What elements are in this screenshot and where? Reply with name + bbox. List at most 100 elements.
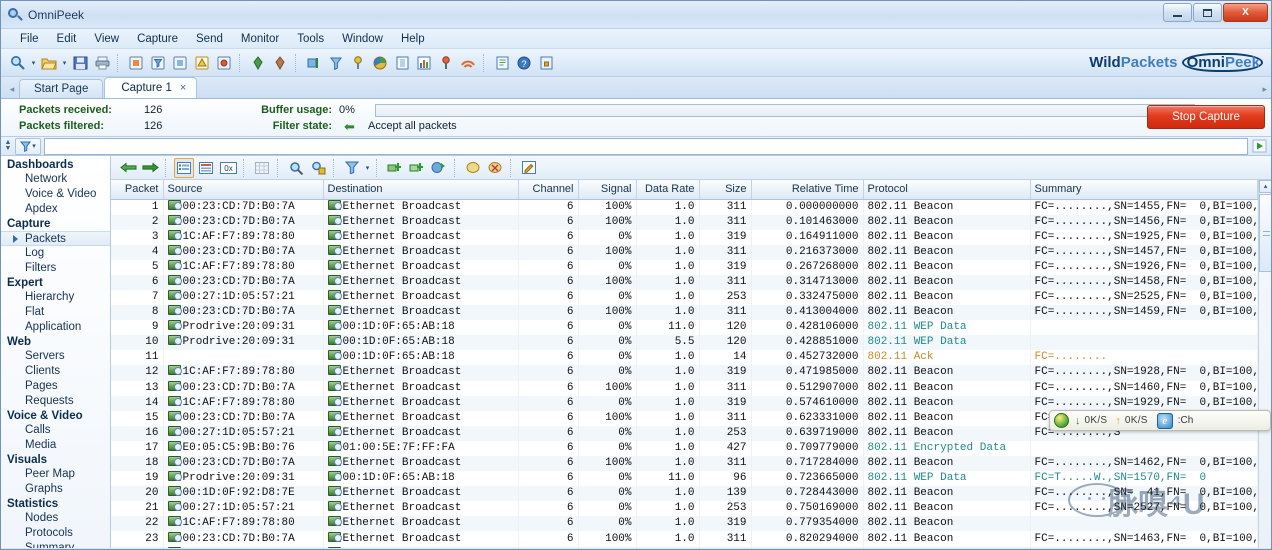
table-row[interactable]: 6 00:23:CD:7D:B0:7A Ethernet Broadcast 6 100… — [111, 274, 1259, 290]
start-capture-icon[interactable] — [126, 53, 146, 73]
forward-arrow-icon[interactable] — [140, 158, 160, 178]
wireless-icon[interactable] — [458, 53, 478, 73]
table-row[interactable]: 8 00:23:CD:7D:B0:7A Ethernet Broadcast 6 100… — [111, 305, 1259, 321]
sidebar-item-summary[interactable]: Summary — [1, 541, 110, 548]
column-header-source[interactable]: Source — [163, 180, 324, 200]
insert-node-icon[interactable] — [385, 158, 405, 178]
sidebar-item-media[interactable]: Media — [1, 438, 110, 453]
find-icon[interactable] — [286, 158, 306, 178]
menu-view[interactable]: View — [85, 31, 128, 47]
lock-icon[interactable] — [536, 53, 556, 73]
column-header-protocol[interactable]: Protocol — [863, 180, 1031, 200]
notes-icon[interactable] — [492, 53, 512, 73]
table-row[interactable]: 10 Prodrive:20:09:31 00:1D:0F:65:AB:18 6 0% 5… — [111, 335, 1259, 351]
table-row[interactable]: 21 00:27:1D:05:57:21 Ethernet Broadcast 6 0%… — [111, 501, 1259, 517]
node-stats-icon[interactable] — [348, 53, 368, 73]
sidebar-item-filters[interactable]: Filters — [1, 261, 110, 276]
edit-icon[interactable] — [519, 158, 539, 178]
hex-0x-icon[interactable]: 0x — [218, 158, 238, 178]
table-row[interactable]: 3 1C:AF:F7:89:78:80 Ethernet Broadcast 6 0% 1… — [111, 229, 1259, 245]
peer-map-icon[interactable] — [436, 53, 456, 73]
delete-note-icon[interactable] — [485, 158, 505, 178]
column-header-channel[interactable]: Channel — [518, 180, 579, 200]
alarms-icon[interactable] — [192, 53, 212, 73]
column-header-packet[interactable]: Packet — [111, 180, 164, 200]
snapshot-icon[interactable] — [214, 53, 234, 73]
resolve-names-icon[interactable] — [429, 158, 449, 178]
table-row[interactable]: 19 Prodrive:20:09:31 00:1D:0F:65:AB:18 6 0% 1… — [111, 471, 1259, 487]
filter-input[interactable] — [44, 137, 1248, 155]
find-secure-icon[interactable] — [308, 158, 328, 178]
funnel-tool-icon[interactable] — [326, 53, 346, 73]
sidebar-item-voice-video[interactable]: Voice & Video — [1, 187, 110, 202]
scroll-up-icon[interactable]: ▲ — [1259, 180, 1271, 193]
column-header-signal[interactable]: Signal — [578, 180, 637, 200]
sidebar-item-log[interactable]: Log — [1, 246, 110, 261]
help-icon[interactable]: ? — [514, 53, 534, 73]
adapter-icon[interactable] — [248, 53, 268, 73]
sidebar-item-apdex[interactable]: Apdex — [1, 202, 110, 217]
table-row[interactable]: 17 E0:05:C5:9B:B0:76 01:00:5E:7F:FF:FA 6 0% 1… — [111, 440, 1259, 456]
play-icon[interactable] — [1250, 138, 1268, 155]
back-arrow-icon[interactable] — [118, 158, 138, 178]
maximize-button[interactable] — [1193, 3, 1222, 22]
sidebar-item-network[interactable]: Network — [1, 172, 110, 187]
sidebar-item-packets[interactable]: Packets — [1, 231, 110, 246]
notes-icon[interactable] — [463, 158, 483, 178]
pie-stats-icon[interactable] — [370, 53, 390, 73]
network-speed-widget[interactable]: ↓ 0K/S ↑ 0K/S e :Ch — [1049, 410, 1271, 431]
sidebar-item-servers[interactable]: Servers — [1, 349, 110, 364]
filter-dropdown-icon[interactable]: ▾ — [363, 159, 372, 177]
print-icon[interactable] — [92, 53, 112, 73]
table-row[interactable]: 22 1C:AF:F7:89:78:80 Ethernet Broadcast 6 0%… — [111, 516, 1259, 532]
sidebar-item-clients[interactable]: Clients — [1, 364, 110, 379]
close-button[interactable]: X — [1223, 3, 1268, 22]
filter-icon[interactable] — [148, 53, 168, 73]
new-capture-dropdown-icon[interactable]: ▾ — [29, 54, 38, 72]
adapter-alt-icon[interactable] — [270, 53, 290, 73]
new-capture-icon[interactable] — [8, 53, 28, 73]
sidebar-item-calls[interactable]: Calls — [1, 423, 110, 438]
open-capture-dropdown-icon[interactable]: ▾ — [60, 54, 69, 72]
save-icon[interactable] — [70, 53, 90, 73]
table-row[interactable]: 7 00:27:1D:05:57:21 Ethernet Broadcast 6 0% 1… — [111, 289, 1259, 306]
sidebar-item-pages[interactable]: Pages — [1, 379, 110, 394]
menu-help[interactable]: Help — [392, 31, 434, 47]
minimize-button[interactable] — [1163, 3, 1192, 22]
decode-list-icon[interactable] — [174, 157, 194, 178]
column-header-destination[interactable]: Destination — [323, 180, 519, 200]
menu-monitor[interactable]: Monitor — [232, 31, 288, 47]
graph-icon[interactable] — [414, 53, 434, 73]
table-row[interactable]: 2 00:23:CD:7D:B0:7A Ethernet Broadcast 6 100… — [111, 214, 1259, 230]
menu-send[interactable]: Send — [187, 31, 232, 47]
menu-file[interactable]: File — [11, 31, 48, 47]
sidebar-item-flat[interactable]: Flat — [1, 305, 110, 320]
sidebar-item-graphs[interactable]: Graphs — [1, 482, 110, 497]
table-row[interactable]: 20 00:1D:0F:92:D8:7E Ethernet Broadcast 6 0%… — [111, 486, 1259, 502]
sidebar-item-protocols[interactable]: Protocols — [1, 526, 110, 541]
table-row[interactable]: 241C:AF:F7:89:78:80Ethernet Broadcast60%… — [111, 546, 1259, 548]
column-header-data-rate[interactable]: Data Rate — [636, 180, 700, 200]
tab-scroll-left-icon[interactable]: ◂ — [5, 80, 19, 98]
sidebar-item-requests[interactable]: Requests — [1, 394, 110, 409]
table-row[interactable]: 23 00:23:CD:7D:B0:7A Ethernet Broadcast 6 10… — [111, 531, 1259, 547]
scrollbar-thumb[interactable] — [1259, 194, 1271, 272]
table-row[interactable]: 5 1C:AF:F7:89:78:80 Ethernet Broadcast 6 0% 1… — [111, 259, 1259, 275]
funnel-dropdown-icon[interactable]: ▾ — [32, 142, 36, 150]
table-row[interactable]: 4 00:23:CD:7D:B0:7A Ethernet Broadcast 6 100… — [111, 244, 1259, 260]
close-icon[interactable]: × — [180, 82, 186, 94]
internet-explorer-icon[interactable]: e — [1156, 412, 1173, 429]
menu-capture[interactable]: Capture — [128, 31, 187, 47]
select-icon[interactable] — [304, 53, 324, 73]
open-capture-icon[interactable] — [39, 53, 59, 73]
table-row[interactable]: 14 1C:AF:F7:89:78:80 Ethernet Broadcast 6 0%… — [111, 395, 1259, 411]
menu-edit[interactable]: Edit — [48, 31, 86, 47]
table-row[interactable]: 11 00:1D:0F:65:AB:18 6 0% 1.0 14 0.452732000 80… — [111, 350, 1259, 366]
column-header-size[interactable]: Size — [699, 180, 752, 200]
menu-window[interactable]: Window — [333, 31, 392, 47]
report-icon[interactable] — [392, 53, 412, 73]
sidebar-item-hierarchy[interactable]: Hierarchy — [1, 290, 110, 305]
table-row[interactable]: 1 00:23:CD:7D:B0:7A Ethernet Broadcast 6 100… — [111, 199, 1259, 215]
filter-spinner-icon[interactable]: ▲ ▼ — [3, 139, 13, 152]
table-row[interactable]: 9 Prodrive:20:09:31 00:1D:0F:65:AB:18 6 0% 11… — [111, 320, 1259, 336]
